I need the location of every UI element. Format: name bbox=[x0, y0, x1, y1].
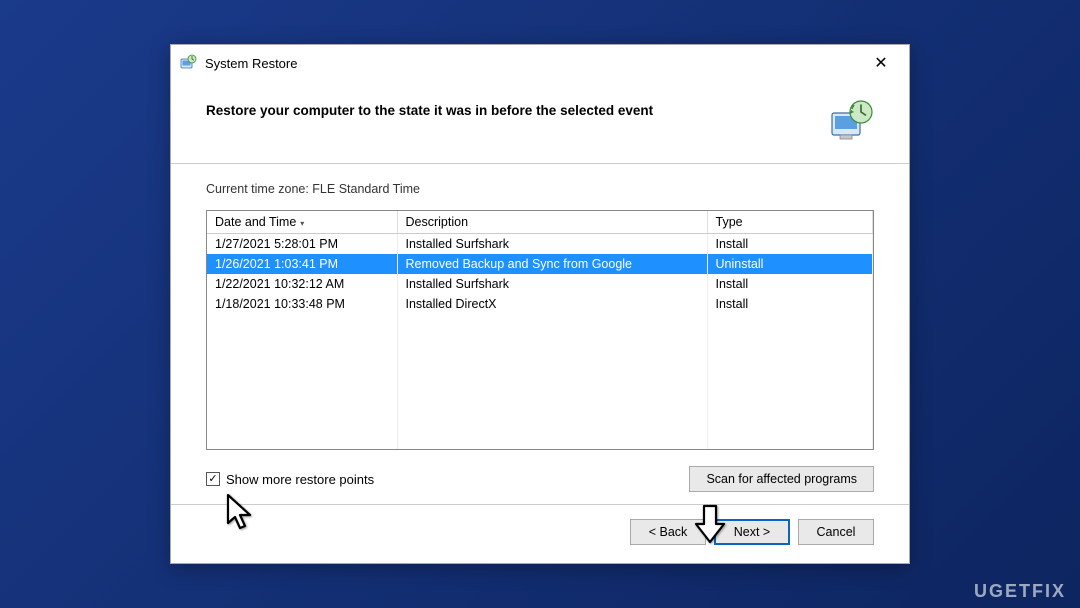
table-row[interactable]: 1/26/2021 1:03:41 PMRemoved Backup and S… bbox=[207, 254, 873, 274]
table-row-empty bbox=[207, 374, 873, 394]
show-more-checkbox[interactable]: ✓ Show more restore points bbox=[206, 472, 374, 487]
system-restore-icon bbox=[179, 54, 197, 72]
watermark: UGETFIX bbox=[974, 581, 1066, 602]
cancel-button[interactable]: Cancel bbox=[798, 519, 874, 545]
table-row-empty bbox=[207, 434, 873, 450]
system-restore-dialog: System Restore ✕ Restore your computer t… bbox=[170, 44, 910, 564]
table-row-empty bbox=[207, 394, 873, 414]
close-button[interactable]: ✕ bbox=[861, 51, 901, 75]
timezone-label: Current time zone: FLE Standard Time bbox=[206, 182, 874, 196]
close-icon: ✕ bbox=[874, 53, 887, 73]
table-row[interactable]: 1/27/2021 5:28:01 PMInstalled SurfsharkI… bbox=[207, 234, 873, 255]
system-restore-large-icon bbox=[828, 99, 874, 145]
dialog-heading: Restore your computer to the state it wa… bbox=[206, 103, 653, 118]
table-header-row: Date and Time▾ Description Type bbox=[207, 211, 873, 234]
table-row-empty bbox=[207, 354, 873, 374]
restore-points-table[interactable]: Date and Time▾ Description Type 1/27/202… bbox=[206, 210, 874, 450]
table-row-empty bbox=[207, 314, 873, 334]
sort-caret-icon: ▾ bbox=[300, 219, 304, 228]
table-row-empty bbox=[207, 414, 873, 434]
dialog-header: Restore your computer to the state it wa… bbox=[171, 81, 909, 164]
next-button[interactable]: Next > bbox=[714, 519, 790, 545]
column-header-type[interactable]: Type bbox=[707, 211, 873, 234]
column-header-date[interactable]: Date and Time▾ bbox=[207, 211, 397, 234]
table-row[interactable]: 1/18/2021 10:33:48 PMInstalled DirectXIn… bbox=[207, 294, 873, 314]
show-more-label: Show more restore points bbox=[226, 472, 374, 487]
scan-affected-button[interactable]: Scan for affected programs bbox=[689, 466, 874, 492]
titlebar: System Restore ✕ bbox=[171, 45, 909, 81]
table-footer-row: ✓ Show more restore points Scan for affe… bbox=[206, 466, 874, 492]
window-title: System Restore bbox=[205, 56, 861, 71]
table-row[interactable]: 1/22/2021 10:32:12 AMInstalled Surfshark… bbox=[207, 274, 873, 294]
column-header-description[interactable]: Description bbox=[397, 211, 707, 234]
checkbox-icon: ✓ bbox=[206, 472, 220, 486]
dialog-footer: < Back Next > Cancel bbox=[171, 504, 909, 563]
back-button[interactable]: < Back bbox=[630, 519, 706, 545]
dialog-body: Current time zone: FLE Standard Time Dat… bbox=[171, 164, 909, 504]
table-row-empty bbox=[207, 334, 873, 354]
